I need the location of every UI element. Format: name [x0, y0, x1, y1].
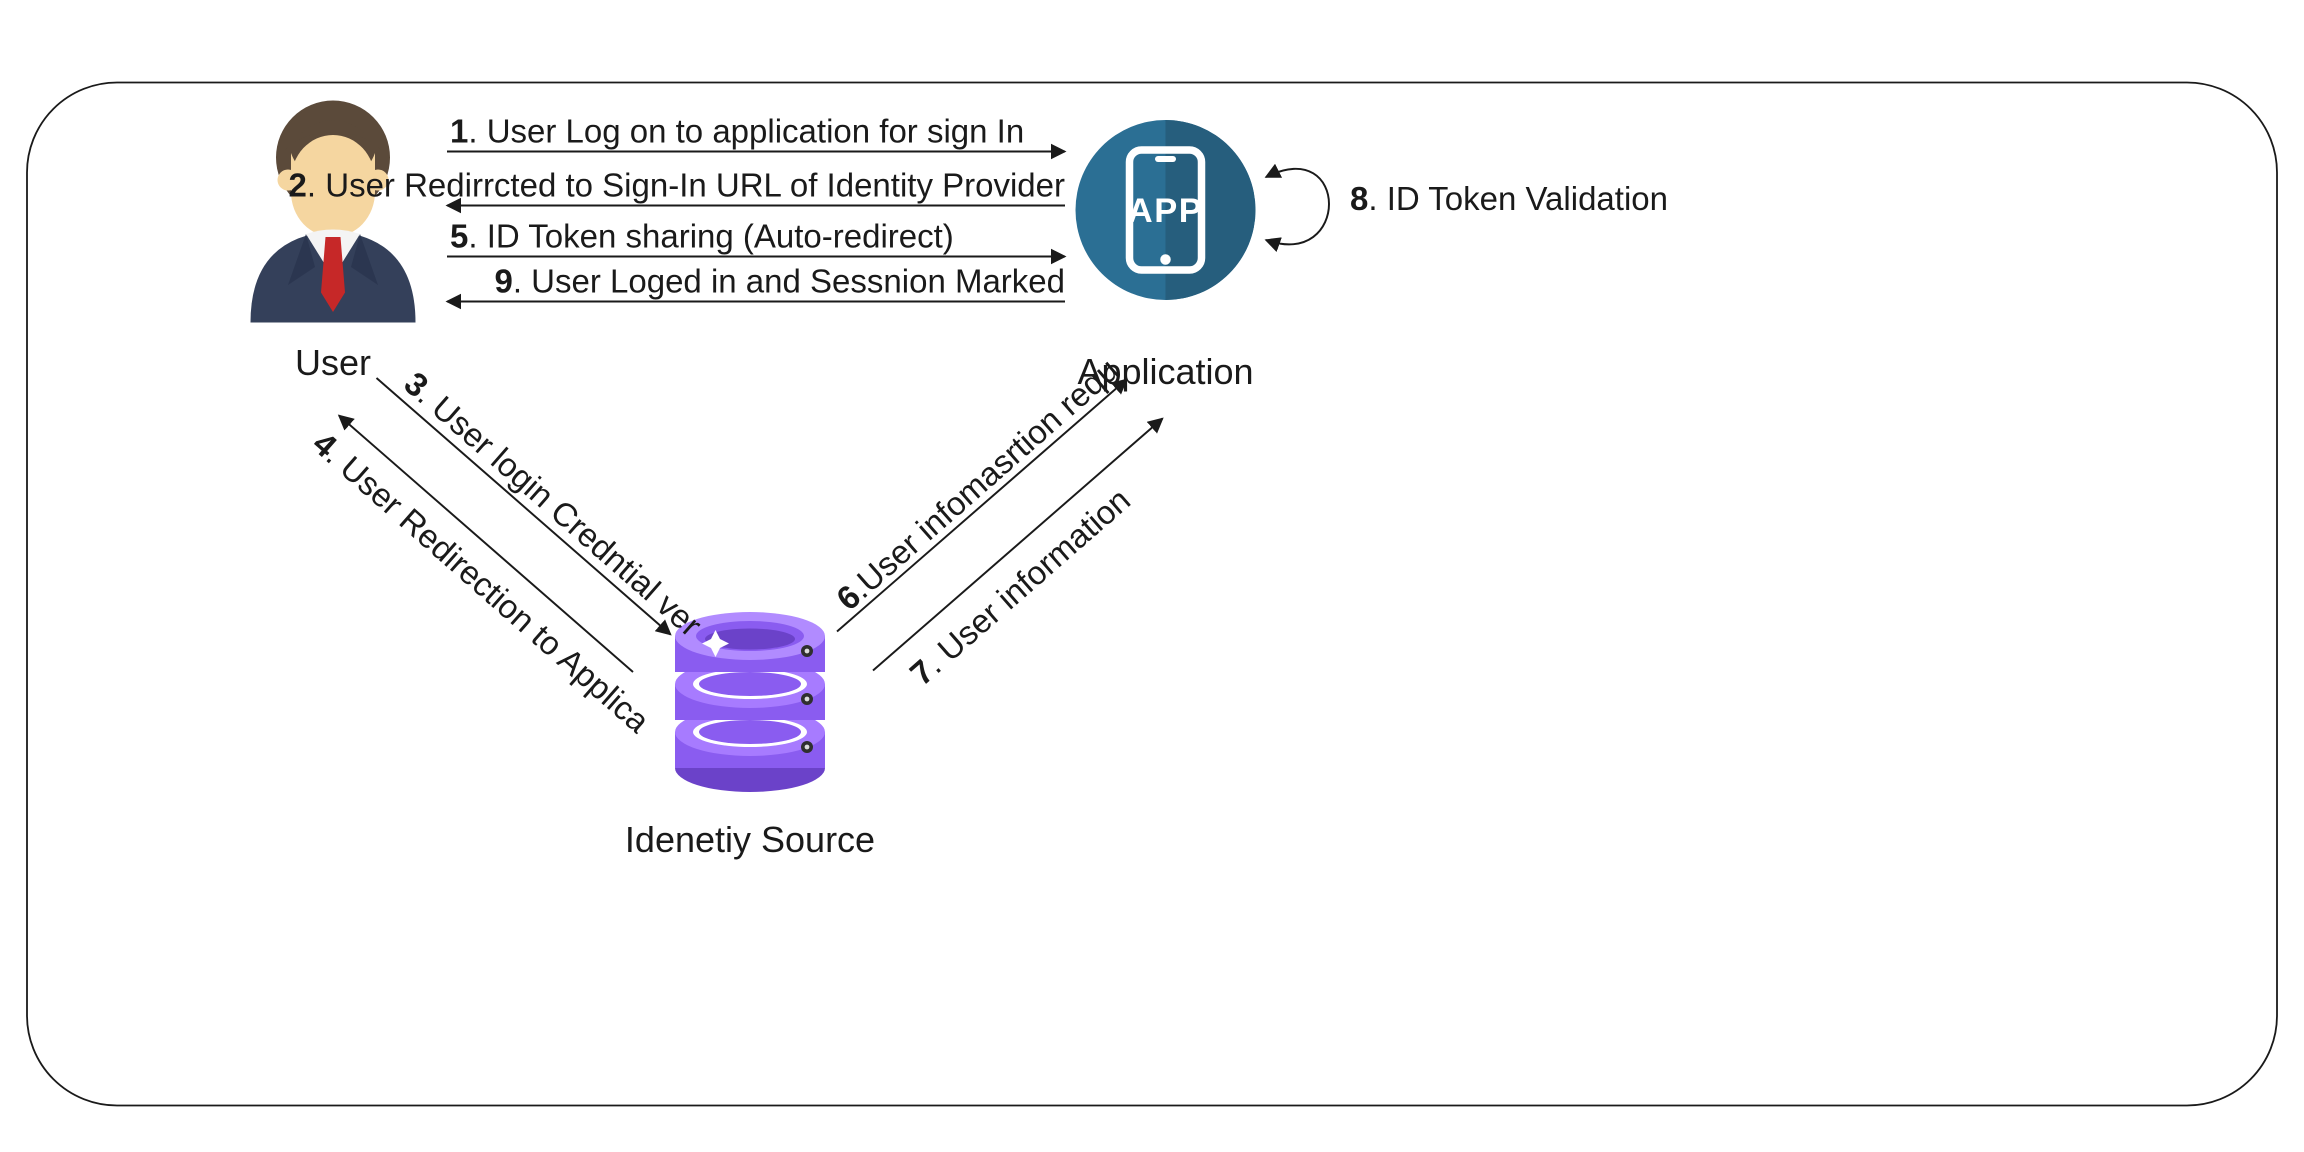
- user-icon: [251, 101, 416, 323]
- identity-source-label: Idenetiy Source: [625, 819, 875, 860]
- app-icon-text: APP: [1128, 192, 1203, 230]
- label-step-5: 5. ID Token sharing (Auto-redirect): [450, 218, 954, 255]
- label-step-1: 1. User Log on to application for sign I…: [450, 113, 1024, 150]
- application-node: APP: [1076, 120, 1256, 300]
- app-icon: APP: [1076, 120, 1256, 300]
- identity-source-node: [675, 612, 825, 792]
- label-step-8: 8. ID Token Validation: [1350, 180, 1668, 217]
- user-label: User: [295, 342, 371, 383]
- label-step-2: 2. User Redirrcted to Sign-In URL of Ide…: [289, 167, 1065, 204]
- label-step-9: 9. User Loged in and Sessnion Marked: [494, 263, 1065, 300]
- auth-flow-diagram: User APP Application: [0, 0, 2304, 1152]
- arrow-step-8: [1266, 169, 1329, 245]
- arrow-step-6: [837, 380, 1127, 632]
- database-icon: [675, 612, 825, 792]
- user-node: [251, 101, 416, 323]
